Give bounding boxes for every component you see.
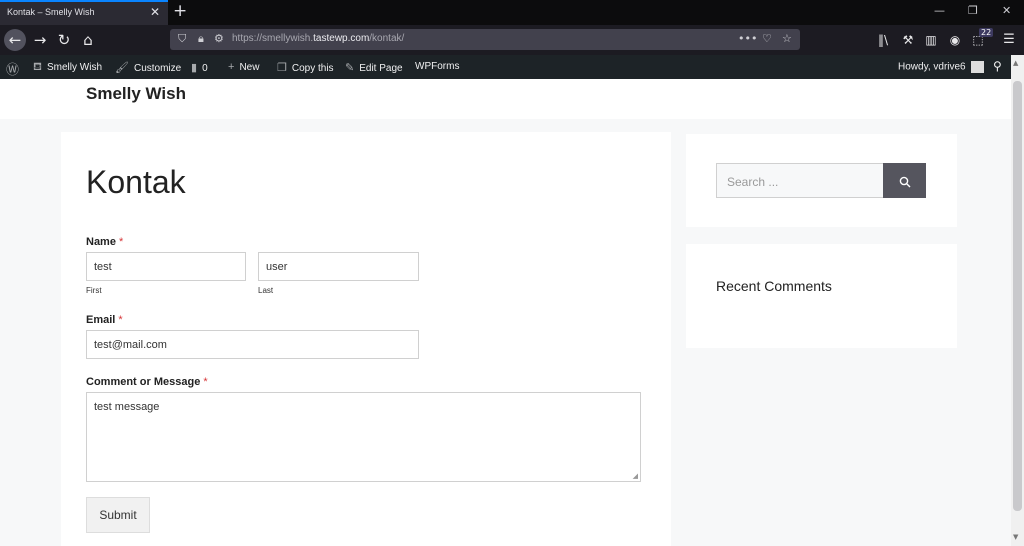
admin-bar-edit-page[interactable]: ✎ Edit Page: [345, 61, 403, 74]
email-label: Email *: [86, 314, 123, 326]
plus-icon: +: [228, 61, 235, 73]
scroll-down-icon[interactable]: ▼: [1013, 533, 1018, 541]
dashboard-icon: ⛾: [33, 61, 42, 73]
search-icon: [899, 176, 910, 187]
page-title: Kontak: [86, 164, 186, 200]
search-input[interactable]: Search ...: [716, 163, 884, 198]
admin-bar-copy[interactable]: ❐ Copy this: [277, 61, 334, 74]
last-sublabel: Last: [258, 286, 274, 295]
forward-arrow-icon[interactable]: →: [30, 30, 50, 50]
admin-bar-greeting[interactable]: Howdy, vdrive6: [898, 61, 985, 73]
extension-badge: 22: [979, 28, 994, 37]
page-actions-icon[interactable]: •••: [738, 32, 757, 45]
reload-icon[interactable]: ↻: [54, 30, 74, 50]
browser-tab-bar: Kontak – Smelly Wish ✕ + — ❐ ✕: [0, 0, 1024, 25]
browser-tab[interactable]: Kontak – Smelly Wish ✕: [0, 0, 168, 25]
admin-bar-wpforms[interactable]: WPForms: [415, 61, 459, 72]
site-header: Smelly Wish: [0, 79, 1011, 119]
menu-icon[interactable]: ☰: [999, 30, 1019, 50]
avatar: [971, 61, 985, 73]
message-textarea[interactable]: test message ◢: [86, 392, 641, 482]
minimize-icon[interactable]: —: [934, 4, 945, 17]
message-label: Comment or Message *: [86, 376, 208, 388]
recent-comments-widget: Recent Comments: [686, 244, 957, 348]
name-label: Name *: [86, 236, 124, 248]
scrollbar-thumb[interactable]: [1013, 81, 1022, 511]
copy-icon: ❐: [277, 62, 287, 74]
url-bar[interactable]: ⛉ 🔒︎ ⚙ https://smellywish.tastewp.com/ko…: [170, 29, 800, 50]
browser-nav-bar: ← → ↻ ⌂ ⛉ 🔒︎ ⚙ https://smellywish.tastew…: [0, 25, 1024, 55]
email-field[interactable]: test@mail.com: [86, 330, 419, 359]
recent-comments-title: Recent Comments: [716, 278, 832, 294]
bookmark-star-icon[interactable]: ☆: [782, 32, 792, 45]
wp-admin-bar: Ⓦ ⛾ Smelly Wish 🖌︎ Customize ▮ 0 + New ❐ Copy…: [0, 55, 1024, 79]
wrench-icon[interactable]: ⚒: [898, 30, 918, 50]
scroll-up-icon[interactable]: ▲: [1013, 59, 1018, 67]
tab-title: Kontak – Smelly Wish: [7, 7, 95, 17]
pocket-icon[interactable]: ♡: [762, 32, 772, 45]
wordpress-logo-icon[interactable]: Ⓦ: [6, 59, 19, 78]
admin-bar-site[interactable]: ⛾ Smelly Wish: [33, 61, 102, 75]
sidebar-icon[interactable]: ▥: [921, 30, 941, 50]
library-icon[interactable]: ‖\: [873, 30, 893, 50]
back-arrow-icon[interactable]: ←: [4, 29, 26, 51]
new-tab-icon[interactable]: +: [173, 1, 187, 21]
site-title[interactable]: Smelly Wish: [86, 84, 186, 104]
page-scrollbar[interactable]: ▲ ▼: [1011, 55, 1024, 546]
comment-icon: ▮: [191, 62, 198, 74]
window-close-icon[interactable]: ✕: [1002, 4, 1011, 17]
search-widget: Search ...: [686, 134, 957, 227]
resize-handle-icon[interactable]: ◢: [633, 472, 638, 480]
submit-button[interactable]: Submit: [86, 497, 150, 533]
url-text: https://smellywish.tastewp.com/kontak/: [232, 33, 405, 44]
lock-icon[interactable]: 🔒︎: [198, 32, 204, 46]
main-content: Kontak Name * test First user Last Email…: [61, 132, 671, 546]
message-text: test message: [94, 401, 160, 413]
first-name-input[interactable]: test: [86, 252, 246, 281]
admin-bar-comments[interactable]: ▮ 0: [191, 61, 208, 74]
home-icon[interactable]: ⌂: [78, 30, 98, 50]
shield-icon[interactable]: ⛉: [178, 32, 186, 46]
last-name-input[interactable]: user: [258, 252, 419, 281]
admin-bar-new[interactable]: + New: [228, 61, 259, 73]
first-sublabel: First: [86, 286, 102, 295]
brush-icon: 🖌︎: [115, 62, 129, 74]
admin-search-icon[interactable]: ⚲: [993, 59, 1002, 73]
permissions-icon[interactable]: ⚙: [214, 32, 224, 45]
admin-bar-customize[interactable]: 🖌︎ Customize: [115, 61, 181, 74]
search-button[interactable]: [883, 163, 926, 198]
close-tab-icon[interactable]: ✕: [150, 5, 160, 19]
account-icon[interactable]: ◉: [945, 30, 965, 50]
restore-icon[interactable]: ❐: [968, 4, 978, 17]
pencil-icon: ✎: [345, 62, 355, 74]
